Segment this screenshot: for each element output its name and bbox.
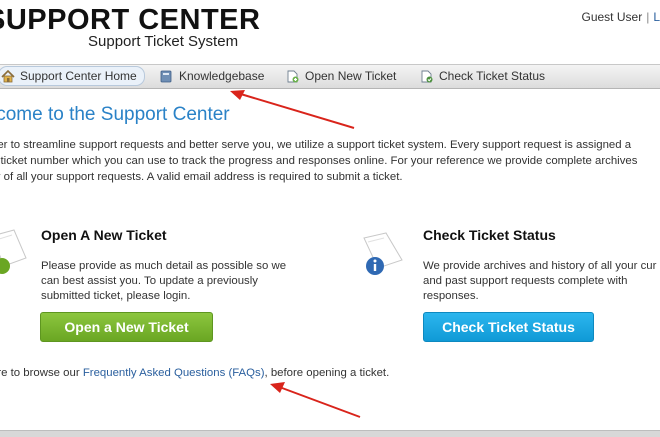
faq-prefix: ure to browse our bbox=[0, 367, 83, 379]
login-link[interactable]: L bbox=[653, 10, 660, 24]
intro-line: der to streamline support requests and b… bbox=[0, 137, 660, 153]
nav-item-knowledgebase[interactable]: Knowledgebase bbox=[160, 67, 264, 85]
intro-text: der to streamline support requests and b… bbox=[0, 137, 660, 185]
user-area: Guest User| L bbox=[582, 10, 660, 24]
open-ticket-icon bbox=[0, 228, 32, 276]
nav-label-open-ticket: Open New Ticket bbox=[305, 69, 396, 83]
faq-suffix: , before opening a ticket. bbox=[265, 367, 390, 379]
main-nav: Support Center Home Knowledgebase Open N… bbox=[0, 64, 660, 89]
nav-label-knowledgebase: Knowledgebase bbox=[179, 69, 264, 83]
open-ticket-description: Please provide as much detail as possibl… bbox=[41, 259, 286, 304]
separator: | bbox=[646, 10, 649, 24]
home-icon bbox=[1, 70, 14, 83]
check-status-icon bbox=[358, 230, 408, 280]
header: SUPPORT CENTER Support Ticket System Gue… bbox=[0, 0, 660, 64]
nav-label-check-status: Check Ticket Status bbox=[439, 69, 545, 83]
logo-subtitle: Support Ticket System bbox=[88, 33, 238, 50]
description-line: Please provide as much detail as possibl… bbox=[41, 259, 286, 274]
guest-user-label: Guest User bbox=[582, 10, 643, 24]
nav-item-open-ticket[interactable]: Open New Ticket bbox=[286, 67, 396, 85]
nav-item-check-status[interactable]: Check Ticket Status bbox=[420, 67, 545, 85]
description-line: can best assist you. To update a previou… bbox=[41, 274, 286, 289]
nav-label-home: Support Center Home bbox=[20, 69, 137, 83]
check-status-description: We provide archives and history of all y… bbox=[423, 259, 656, 304]
faq-line: ure to browse our Frequently Asked Quest… bbox=[0, 367, 389, 379]
logo-title[interactable]: SUPPORT CENTER bbox=[0, 4, 260, 36]
intro-line: e ticket number which you can use to tra… bbox=[0, 153, 660, 169]
check-ticket-status-button[interactable]: Check Ticket Status bbox=[423, 312, 594, 342]
ticket-status-icon bbox=[420, 70, 433, 83]
main-content: lcome to the Support Center der to strea… bbox=[0, 88, 660, 436]
book-icon bbox=[160, 70, 173, 83]
page-title: lcome to the Support Center bbox=[0, 104, 230, 126]
description-line: responses. bbox=[423, 289, 656, 304]
description-line: We provide archives and history of all y… bbox=[423, 259, 656, 274]
open-ticket-title: Open A New Ticket bbox=[41, 227, 167, 243]
intro-line: ry of all your support requests. A valid… bbox=[0, 169, 660, 185]
description-line: and past support requests complete with bbox=[423, 274, 656, 289]
faq-link[interactable]: Frequently Asked Questions (FAQs) bbox=[83, 367, 265, 379]
description-line: submitted ticket, please login. bbox=[41, 289, 286, 304]
new-ticket-icon bbox=[286, 70, 299, 83]
check-status-title: Check Ticket Status bbox=[423, 227, 556, 243]
nav-item-home[interactable]: Support Center Home bbox=[0, 66, 145, 86]
open-new-ticket-button[interactable]: Open a New Ticket bbox=[40, 312, 213, 342]
